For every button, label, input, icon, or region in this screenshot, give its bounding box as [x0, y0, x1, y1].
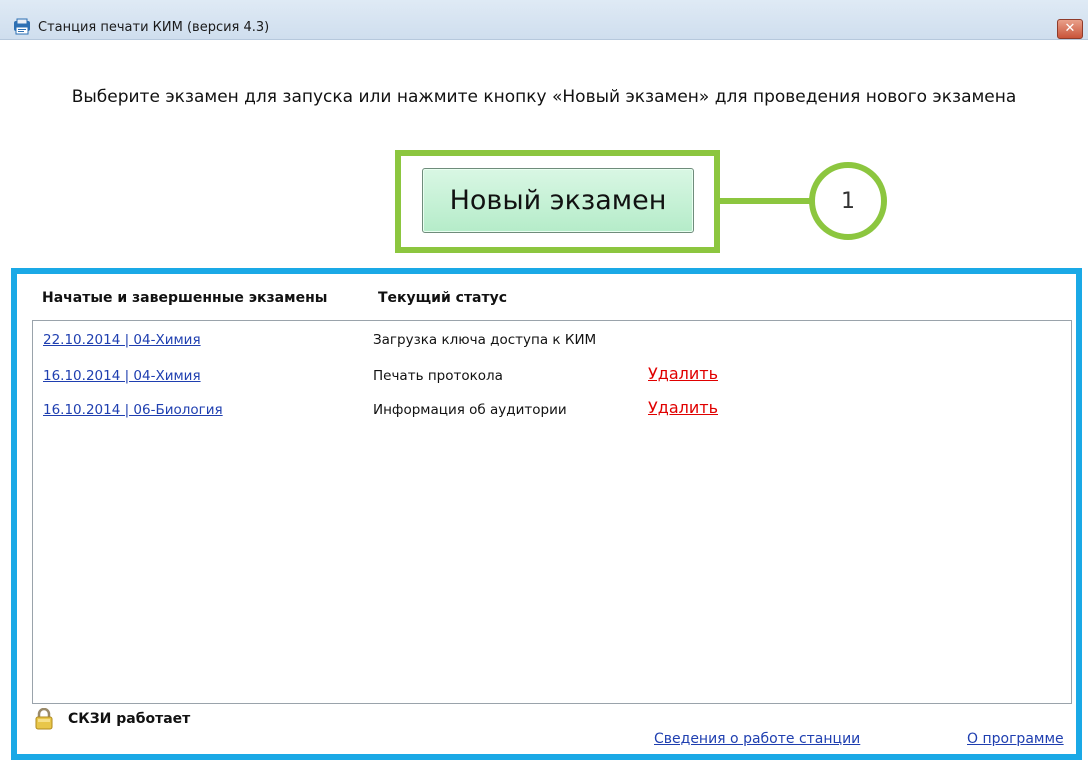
exam-status: Загрузка ключа доступа к КИМ	[373, 332, 597, 348]
exam-list[interactable]: 22.10.2014 | 04-Химия Загрузка ключа дос…	[32, 320, 1072, 704]
exam-status: Информация об аудитории	[373, 402, 567, 418]
skzi-status-text: СКЗИ работает	[68, 711, 191, 727]
table-row: 16.10.2014 | 04-Химия Печать протокола У…	[33, 364, 1071, 392]
app-printer-icon	[14, 18, 30, 35]
column-header-exams: Начатые и завершенные экзамены	[42, 290, 328, 306]
delete-link[interactable]: Удалить	[648, 364, 718, 383]
delete-link[interactable]: Удалить	[648, 398, 718, 417]
exam-link[interactable]: 16.10.2014 | 06-Биология	[43, 402, 223, 418]
exam-link[interactable]: 16.10.2014 | 04-Химия	[43, 368, 201, 384]
title-bar: Станция печати КИМ (версия 4.3) ✕	[0, 0, 1088, 40]
close-button[interactable]: ✕	[1057, 19, 1083, 39]
callout-number-badge: 1	[809, 162, 887, 240]
callout-connector-line	[720, 198, 812, 204]
exam-status: Печать протокола	[373, 368, 503, 384]
instruction-text: Выберите экзамен для запуска или нажмите…	[71, 87, 1017, 107]
column-header-status: Текущий статус	[378, 290, 508, 306]
station-info-link[interactable]: Сведения о работе станции	[654, 731, 860, 747]
lock-icon	[35, 708, 53, 730]
table-row: 16.10.2014 | 06-Биология Информация об а…	[33, 398, 1071, 426]
window-title: Станция печати КИМ (версия 4.3)	[38, 20, 270, 35]
callout-number: 1	[841, 188, 855, 214]
table-row: 22.10.2014 | 04-Химия Загрузка ключа дос…	[33, 332, 1071, 356]
exam-link[interactable]: 22.10.2014 | 04-Химия	[43, 332, 201, 348]
new-exam-button[interactable]: Новый экзамен	[422, 168, 694, 233]
close-icon: ✕	[1064, 21, 1076, 36]
main-window: Станция печати КИМ (версия 4.3) ✕ Выбери…	[0, 0, 1088, 769]
about-link[interactable]: О программе	[967, 731, 1064, 747]
